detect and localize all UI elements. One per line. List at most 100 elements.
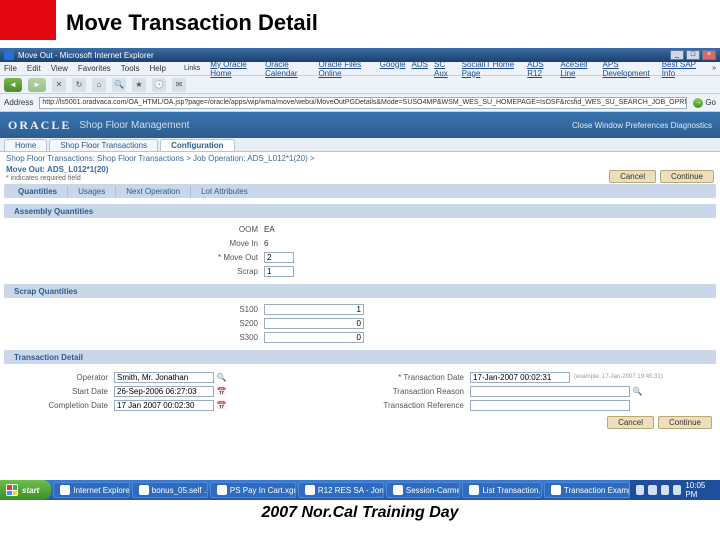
moveout-input[interactable] (264, 252, 294, 263)
window-title: Move Out - Microsoft Internet Explorer (18, 51, 154, 60)
subtab-lot-attributes[interactable]: Lot Attributes (191, 186, 258, 197)
close-button[interactable]: × (702, 50, 716, 60)
taskbar-item[interactable]: PS Pay In Cart.xgmt (210, 482, 296, 498)
go-button[interactable]: → Go (693, 98, 716, 108)
movein-label: Move In (4, 239, 264, 248)
address-text: http://ls5001.oradvaca.com/OA_HTML/OA.js… (42, 99, 687, 106)
scrap-form: S100 S200 S300 (0, 302, 720, 344)
subtab-next-operation[interactable]: Next Operation (116, 186, 191, 197)
subtab-quantities[interactable]: Quantities (8, 186, 68, 197)
menu-file[interactable]: File (4, 64, 17, 73)
link-item[interactable]: Oracle Calendar (265, 60, 312, 78)
brand-square (0, 0, 56, 40)
link-item[interactable]: Oracle Files Online (318, 60, 373, 78)
continue-button[interactable]: Continue (660, 170, 714, 183)
calendar-icon[interactable]: 📅 (216, 386, 227, 397)
home-icon[interactable]: ⌂ (92, 78, 106, 92)
tab-shop-floor[interactable]: Shop Floor Transactions (49, 139, 158, 151)
calendar-icon[interactable]: 📅 (216, 400, 227, 411)
app-icon (60, 485, 70, 495)
link-item[interactable]: AceSell Line (560, 60, 596, 78)
tab-configuration[interactable]: Configuration (160, 139, 234, 151)
txn-reason-label: Transaction Reason (360, 387, 470, 396)
oom-value: EA (264, 225, 275, 234)
subtab-usages[interactable]: Usages (68, 186, 116, 197)
search-icon[interactable]: 🔍 (112, 78, 126, 92)
tray-icon[interactable] (661, 485, 669, 495)
link-item[interactable]: SocialIT Home Page (462, 60, 522, 78)
link-item[interactable]: My Oracle Home (210, 60, 259, 78)
mail-icon[interactable]: ✉ (172, 78, 186, 92)
menu-view[interactable]: View (51, 64, 68, 73)
taskbar-item[interactable]: R12 RES SA - Jon... (298, 482, 384, 498)
breadcrumb[interactable]: Shop Floor Transactions: Shop Floor Tran… (0, 152, 720, 165)
operator-input[interactable] (114, 372, 214, 383)
start-button[interactable]: start (0, 480, 51, 500)
taskbar: start Internet Explorer bonus_05.self ..… (0, 480, 720, 500)
link-item[interactable]: SC Aux (434, 60, 456, 78)
assembly-form: OOM EA Move In 6 * Move Out Scrap (0, 222, 720, 278)
continue-button-bottom[interactable]: Continue (658, 416, 712, 429)
history-icon[interactable]: 🕓 (152, 78, 166, 92)
ie-address-row: Address http://ls5001.oradvaca.com/OA_HT… (0, 94, 720, 112)
txn-date-label: * Transaction Date (360, 373, 470, 382)
txn-date-input[interactable] (470, 372, 570, 383)
oracle-subtitle: Shop Floor Management (79, 120, 189, 131)
s300-input[interactable] (264, 332, 364, 343)
cancel-button[interactable]: Cancel (609, 170, 656, 183)
menu-tools[interactable]: Tools (121, 64, 140, 73)
txn-reference-input[interactable] (470, 400, 630, 411)
taskbar-item[interactable]: Transaction Example (544, 482, 630, 498)
cancel-button-bottom[interactable]: Cancel (607, 416, 654, 429)
s100-label: S100 (4, 305, 264, 314)
completion-date-input[interactable] (114, 400, 214, 411)
taskbar-item[interactable]: Internet Explorer (53, 482, 129, 498)
ie-menubar: File Edit View Favorites Tools Help Link… (0, 62, 720, 76)
section-detail: Transaction Detail (4, 350, 716, 364)
oracle-header-links[interactable]: Close Window Preferences Diagnostics (572, 121, 712, 130)
links-overflow-icon[interactable]: » (712, 65, 716, 72)
menu-help[interactable]: Help (149, 64, 165, 73)
link-item[interactable]: ADS R12 (527, 60, 554, 78)
s200-input[interactable] (264, 318, 364, 329)
start-date-input[interactable] (114, 386, 214, 397)
top-buttons: Cancel Continue (609, 170, 714, 183)
ie-toolbar: ◄ ► ✕ ↻ ⌂ 🔍 ★ 🕓 ✉ (0, 76, 720, 94)
link-item[interactable]: APS Development (603, 60, 656, 78)
taskbar-item[interactable]: List Transaction... (462, 482, 542, 498)
slide-footer: 2007 Nor.Cal Training Day (0, 504, 720, 522)
moveout-label: * Move Out (4, 253, 264, 262)
menu-favorites[interactable]: Favorites (78, 64, 111, 73)
address-bar[interactable]: http://ls5001.oradvaca.com/OA_HTML/OA.js… (39, 97, 687, 109)
maximize-button[interactable]: □ (686, 50, 700, 60)
s100-input[interactable] (264, 304, 364, 315)
forward-button[interactable]: ► (28, 78, 46, 92)
go-label: Go (705, 98, 716, 107)
back-button[interactable]: ◄ (4, 78, 22, 92)
completion-date-label: Completion Date (4, 401, 114, 410)
menu-edit[interactable]: Edit (27, 64, 41, 73)
clock: 10:05 PM (685, 481, 714, 499)
tray-icon[interactable] (673, 485, 681, 495)
lookup-icon[interactable]: 🔍 (632, 386, 643, 397)
link-item[interactable]: Best SAP Info (662, 60, 702, 78)
txn-reason-input[interactable] (470, 386, 630, 397)
scrap-input[interactable] (264, 266, 294, 277)
txn-date-hint: (example: 17-Jan-2007 19:45:31) (574, 374, 663, 380)
taskbar-item[interactable]: bonus_05.self ... (132, 482, 208, 498)
app-icon (305, 485, 315, 495)
refresh-icon[interactable]: ↻ (72, 78, 86, 92)
tray-icon[interactable] (648, 485, 656, 495)
minimize-button[interactable]: _ (670, 50, 684, 60)
app-icon (393, 485, 403, 495)
stop-icon[interactable]: ✕ (52, 78, 66, 92)
system-tray[interactable]: 10:05 PM (630, 480, 720, 500)
lookup-icon[interactable]: 🔍 (216, 372, 227, 383)
link-item[interactable]: Google (380, 60, 406, 78)
tray-icon[interactable] (636, 485, 644, 495)
link-item[interactable]: ADS (412, 60, 428, 78)
tab-home[interactable]: Home (4, 139, 47, 151)
links-label: Links (184, 65, 200, 72)
favorites-icon[interactable]: ★ (132, 78, 146, 92)
taskbar-item[interactable]: Session-Carmel (386, 482, 461, 498)
